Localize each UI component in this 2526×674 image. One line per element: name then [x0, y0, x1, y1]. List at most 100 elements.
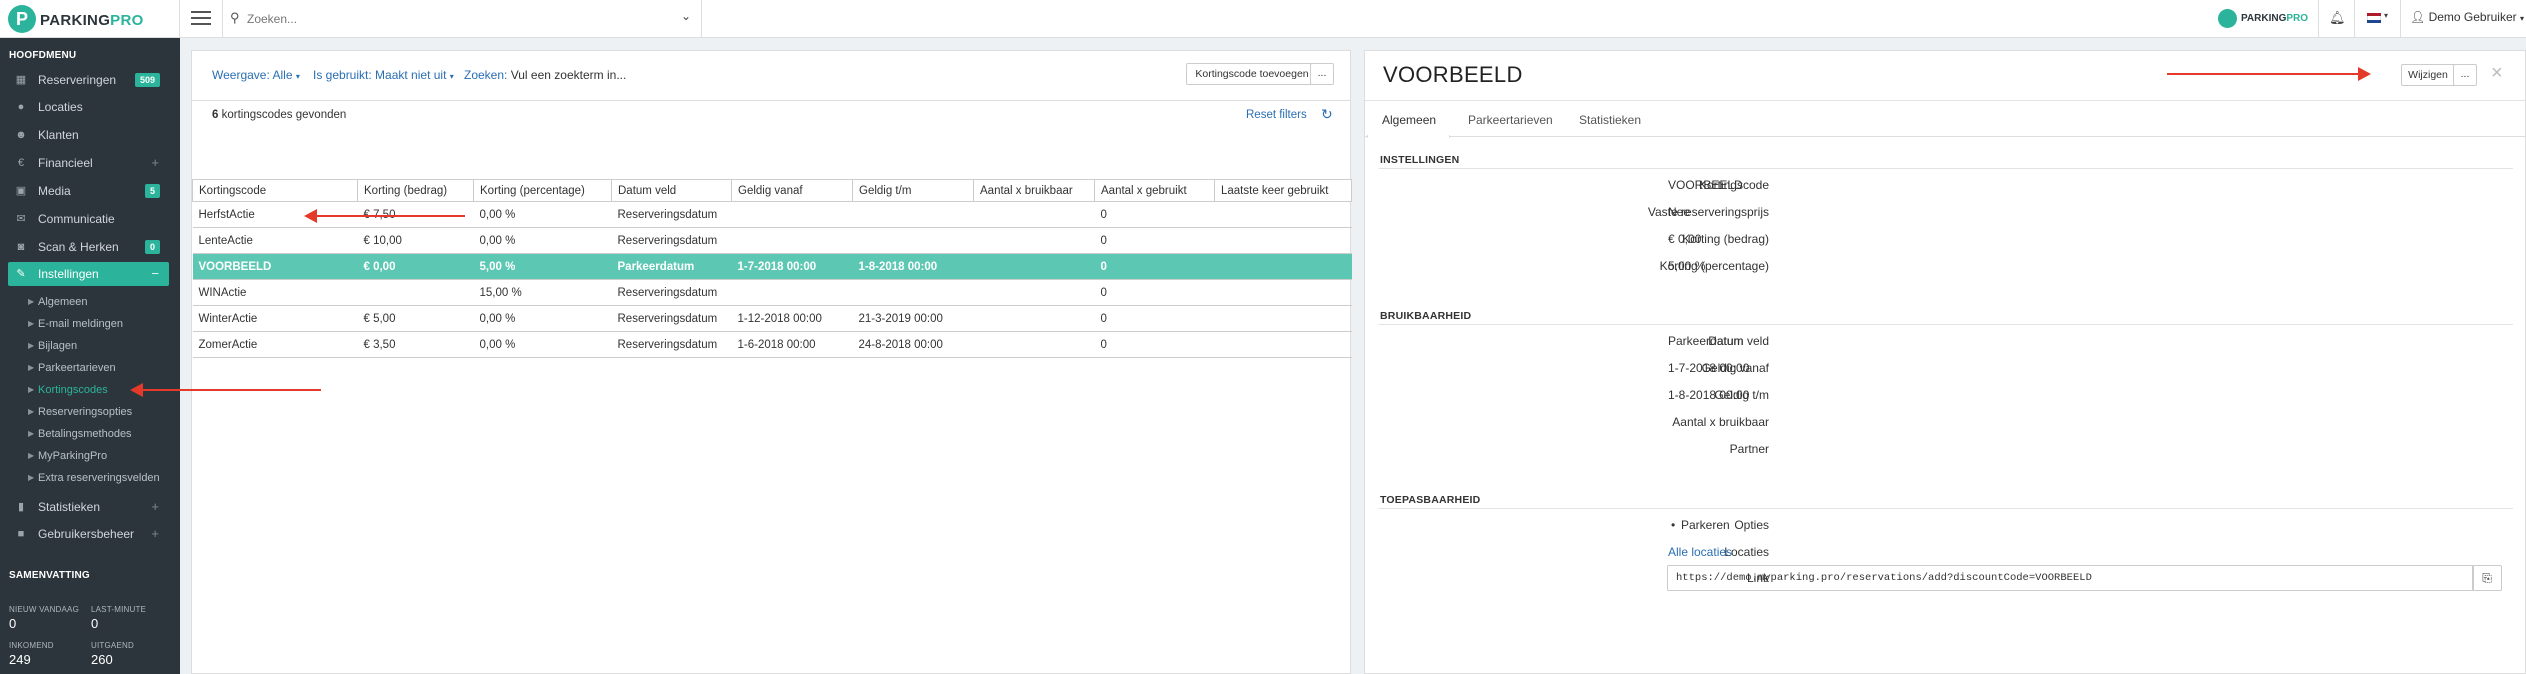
col-header[interactable]: Aantal x gebruikt: [1094, 179, 1215, 202]
annotation-arrow-voorbeeld: [304, 209, 465, 223]
sidebar-item-reserveringen[interactable]: ▦ Reserveringen 509: [8, 68, 169, 92]
col-header[interactable]: Aantal x bruikbaar: [973, 179, 1095, 202]
summary-label: NIEUW VANDAAG: [9, 605, 80, 614]
annotation-arrow-kortingscodes: [130, 383, 321, 397]
table-row[interactable]: WinterActie € 5,00 0,00 % Reserveringsdatum…: [192, 305, 1352, 332]
field-value: € 0,00: [1668, 232, 1702, 246]
col-header[interactable]: Kortingscode: [192, 179, 358, 202]
expand-icon: +: [151, 155, 159, 170]
caret-down-icon: ▾: [2519, 14, 2524, 23]
search-icon: ⚲: [230, 10, 240, 25]
filter-is-gebruikt[interactable]: Is gebruikt: Maakt niet uit ▾: [313, 68, 454, 82]
sidebar-item-media[interactable]: ▣ Media 5: [8, 179, 169, 203]
sidebar-item-instellingen[interactable]: ✎ Instellingen −: [8, 262, 169, 286]
grid-icon: ▦: [15, 74, 27, 86]
app-logo[interactable]: P PARKINGPRO: [0, 0, 180, 38]
sidebar: HOOFDMENU ▦ Reserveringen 509 ● Locaties…: [0, 0, 180, 674]
sidebar-item-communicatie[interactable]: ✉ Communicatie: [8, 207, 169, 231]
col-header[interactable]: Korting (bedrag): [357, 179, 474, 202]
user-name: Demo Gebruiker: [2428, 10, 2517, 24]
count-badge: 0: [144, 240, 160, 254]
filter-zoeken[interactable]: Zoeken: Vul een zoekterm in...: [464, 68, 626, 82]
count-badge: 509: [134, 73, 160, 87]
all-locations-link[interactable]: Alle locaties: [1668, 545, 1732, 559]
camera-icon: ◙: [17, 241, 25, 253]
more-options-button[interactable]: ...: [2453, 64, 2477, 86]
col-header[interactable]: Geldig t/m: [852, 179, 974, 202]
summary-value: 0: [9, 616, 17, 631]
tab-statistieken[interactable]: Statistieken: [1579, 113, 1641, 127]
tab-algemeen[interactable]: Algemeen: [1382, 113, 1436, 127]
wrench-icon: ✎: [16, 268, 26, 280]
sidebar-item-locaties[interactable]: ● Locaties: [8, 95, 169, 119]
col-header[interactable]: Geldig vanaf: [731, 179, 853, 202]
field-label: Aantal x bruikbaar: [1672, 415, 1769, 429]
summary-label: LAST-MINUTE: [91, 605, 147, 614]
image-icon: ▣: [15, 185, 27, 197]
option-bullet: •: [1671, 518, 1676, 532]
caret-right-icon: ▶: [28, 407, 35, 416]
summary-label: INKOMEND: [9, 641, 54, 650]
menu-toggle-icon[interactable]: [191, 7, 211, 29]
user-menu[interactable]: 👤︎ Demo Gebruiker ▾: [2410, 10, 2524, 24]
summary-value: 249: [9, 652, 31, 667]
table-row[interactable]: ZomerActie € 3,50 0,00 % Reserveringsdatum 1…: [192, 331, 1352, 358]
caret-right-icon: ▶: [28, 319, 35, 328]
discount-codes-table: Kortingscode Korting (bedrag) Korting (p…: [192, 179, 1352, 358]
close-icon[interactable]: ×: [2491, 62, 2503, 85]
caret-right-icon: ▶: [28, 429, 35, 438]
summary-label: UITGAEND: [91, 641, 134, 650]
filter-weergave[interactable]: Weergave: Alle ▾: [212, 68, 300, 82]
col-header[interactable]: Laatste keer gebruikt: [1214, 179, 1352, 202]
sidebar-item-statistieken[interactable]: ▮ Statistieken +: [8, 495, 169, 519]
logo-text: PARKINGPRO: [40, 12, 144, 29]
reset-filters-link[interactable]: Reset filters: [1246, 109, 1307, 121]
section-toepasbaarheid: TOEPASBAARHEID: [1380, 494, 1481, 506]
table-row-selected[interactable]: VOORBEELD € 0,00 5,00 % Parkeerdatum 1-7-201…: [192, 253, 1352, 280]
search-bar[interactable]: ⚲ ⌄: [222, 0, 702, 38]
map-marker-icon: ●: [17, 101, 25, 113]
collapse-icon: −: [151, 266, 159, 281]
chevron-down-icon[interactable]: ⌄: [681, 9, 691, 23]
sidebar-section-title: HOOFDMENU: [9, 50, 77, 61]
col-header[interactable]: Korting (percentage): [473, 179, 612, 202]
logo-mark: P: [8, 5, 36, 33]
sidebar-item-klanten[interactable]: ☻ Klanten: [8, 123, 169, 147]
summary-title: SAMENVATTING: [9, 570, 90, 581]
add-discount-code-button[interactable]: Kortingscode toevoegen: [1186, 63, 1318, 85]
sidebar-item-financieel[interactable]: € Financieel +: [8, 151, 169, 175]
caret-right-icon: ▶: [28, 363, 35, 372]
caret-right-icon: ▶: [28, 451, 35, 460]
bar-chart-icon: ▮: [17, 501, 25, 513]
sidebar-item-gebruikersbeheer[interactable]: ■ Gebruikersbeheer +: [8, 522, 169, 546]
link-field[interactable]: https://demo.myparking.pro/reservations/…: [1667, 565, 2474, 591]
caret-down-icon[interactable]: ▾: [2384, 11, 2388, 20]
sidebar-item-scan-herken[interactable]: ◙ Scan & Herken 0: [8, 235, 169, 259]
caret-right-icon: ▶: [28, 297, 35, 306]
search-input[interactable]: [247, 10, 667, 28]
flag-nl-icon[interactable]: [2367, 13, 2381, 23]
euro-icon: €: [17, 157, 25, 169]
briefcase-icon: ■: [17, 528, 25, 540]
user-icon: 👤︎: [2410, 10, 2426, 24]
field-value: VOORBEELD: [1668, 178, 1743, 192]
annotation-arrow-wijzigen: [2167, 67, 2371, 81]
copy-icon[interactable]: ⎘: [2472, 565, 2502, 591]
col-header[interactable]: Datum veld: [611, 179, 732, 202]
field-value: Parkeerdatum: [1668, 334, 1744, 348]
bell-icon[interactable]: 🔔︎: [2329, 10, 2346, 26]
caret-right-icon: ▶: [28, 385, 35, 394]
more-options-button[interactable]: ...: [1310, 63, 1334, 85]
edit-button[interactable]: Wijzigen: [2401, 64, 2455, 86]
tab-parkeertarieven[interactable]: Parkeertarieven: [1468, 113, 1553, 127]
field-label: Opties: [1734, 518, 1769, 532]
envelope-icon: ✉: [16, 213, 26, 225]
table-header-row: Kortingscode Korting (bedrag) Korting (p…: [192, 179, 1352, 202]
expand-icon: +: [151, 499, 159, 514]
table-row[interactable]: LenteActie € 10,00 0,00 % Reserveringsdatum…: [192, 227, 1352, 254]
section-instellingen: INSTELLINGEN: [1380, 154, 1460, 166]
refresh-icon[interactable]: ↻: [1321, 106, 1333, 123]
detail-title: VOORBEELD: [1383, 62, 1523, 87]
table-row[interactable]: WINActie 15,00 % Reserveringsdatum 0: [192, 279, 1352, 306]
summary-value: 260: [91, 652, 113, 667]
